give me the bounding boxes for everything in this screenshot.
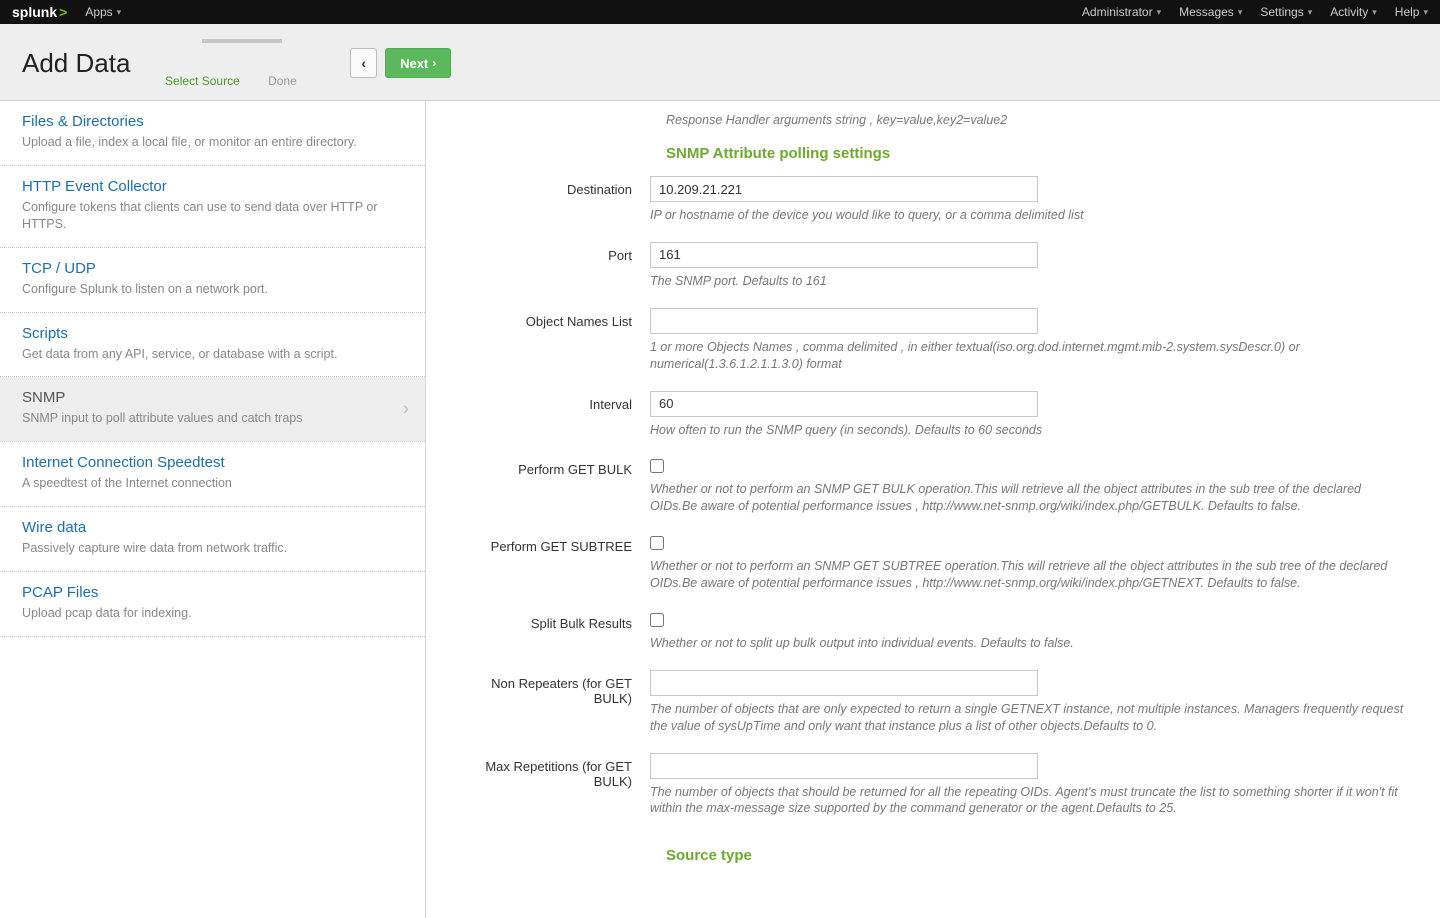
- max-repetitions-label: Max Repetitions (for GET BULK): [450, 753, 650, 789]
- get-bulk-label: Perform GET BULK: [450, 456, 650, 477]
- row-port: Port The SNMP port. Defaults to 161: [450, 242, 1416, 302]
- sidebar-item-tcpudp[interactable]: TCP / UDP Configure Splunk to listen on …: [0, 248, 425, 313]
- non-repeaters-label: Non Repeaters (for GET BULK): [450, 670, 650, 706]
- sidebar-item-title: PCAP Files: [22, 584, 403, 601]
- sidebar-item-desc: Configure Splunk to listen on a network …: [22, 281, 403, 298]
- apps-label: Apps: [85, 5, 112, 19]
- max-repetitions-input[interactable]: [650, 753, 1038, 779]
- destination-label: Destination: [450, 176, 650, 197]
- section-title-sourcetype: Source type: [666, 847, 1416, 864]
- settings-menu[interactable]: Settings ▾: [1260, 5, 1312, 19]
- chevron-down-icon: ▾: [117, 7, 122, 18]
- sidebar-item-scripts[interactable]: Scripts Get data from any API, service, …: [0, 313, 425, 378]
- sidebar-item-files[interactable]: Files & Directories Upload a file, index…: [0, 101, 425, 166]
- chevron-left-icon: ‹: [361, 55, 366, 71]
- object-names-hint: 1 or more Objects Names , comma delimite…: [650, 339, 1410, 373]
- non-repeaters-hint: The number of objects that are only expe…: [650, 701, 1410, 735]
- get-subtree-checkbox[interactable]: [650, 536, 664, 550]
- sidebar-item-title: Internet Connection Speedtest: [22, 454, 403, 471]
- brand-logo[interactable]: splunk>: [12, 4, 67, 20]
- split-bulk-hint: Whether or not to split up bulk output i…: [650, 635, 1410, 652]
- sidebar-item-speedtest[interactable]: Internet Connection Speedtest A speedtes…: [0, 442, 425, 507]
- main: Files & Directories Upload a file, index…: [0, 101, 1440, 918]
- get-bulk-checkbox[interactable]: [650, 459, 664, 473]
- sidebar-item-title: HTTP Event Collector: [22, 178, 403, 195]
- row-object-names: Object Names List 1 or more Objects Name…: [450, 308, 1416, 385]
- row-max-repetitions: Max Repetitions (for GET BULK) The numbe…: [450, 753, 1416, 830]
- sidebar-item-desc: Upload a file, index a local file, or mo…: [22, 134, 403, 151]
- sidebar-item-title: Scripts: [22, 325, 403, 342]
- get-subtree-label: Perform GET SUBTREE: [450, 533, 650, 554]
- chevron-right-icon: ›: [432, 56, 436, 70]
- port-hint: The SNMP port. Defaults to 161: [650, 273, 1410, 290]
- chevron-right-icon: ›: [403, 399, 409, 420]
- response-handler-hint: Response Handler arguments string , key=…: [666, 113, 1416, 127]
- chevron-down-icon: ▾: [1238, 7, 1243, 18]
- max-repetitions-hint: The number of objects that should be ret…: [650, 784, 1410, 818]
- sidebar-item-desc: Passively capture wire data from network…: [22, 540, 403, 557]
- row-interval: Interval How often to run the SNMP query…: [450, 391, 1416, 451]
- sidebar-item-http[interactable]: HTTP Event Collector Configure tokens th…: [0, 166, 425, 248]
- sidebar-item-title: TCP / UDP: [22, 260, 403, 277]
- get-bulk-hint: Whether or not to perform an SNMP GET BU…: [650, 481, 1410, 515]
- non-repeaters-input[interactable]: [650, 670, 1038, 696]
- messages-label: Messages: [1179, 5, 1234, 19]
- sidebar-item-desc: Upload pcap data for indexing.: [22, 605, 403, 622]
- sidebar-item-title: Files & Directories: [22, 113, 403, 130]
- split-bulk-checkbox[interactable]: [650, 613, 664, 627]
- sidebar-item-desc: A speedtest of the Internet connection: [22, 475, 403, 492]
- next-button[interactable]: Next ›: [385, 48, 451, 78]
- topbar: splunk> Apps ▾ Administrator ▾ Messages …: [0, 0, 1440, 24]
- destination-hint: IP or hostname of the device you would l…: [650, 207, 1410, 224]
- settings-label: Settings: [1260, 5, 1303, 19]
- chevron-down-icon: ▾: [1157, 7, 1162, 18]
- form-area: Response Handler arguments string , key=…: [426, 101, 1440, 918]
- port-label: Port: [450, 242, 650, 263]
- sidebar-item-title: Wire data: [22, 519, 403, 536]
- row-get-subtree: Perform GET SUBTREE Whether or not to pe…: [450, 533, 1416, 604]
- chevron-down-icon: ▾: [1308, 7, 1313, 18]
- wizard-segment: [202, 39, 282, 43]
- interval-label: Interval: [450, 391, 650, 412]
- brand-caret: >: [59, 4, 67, 20]
- activity-menu[interactable]: Activity ▾: [1330, 5, 1377, 19]
- object-names-input[interactable]: [650, 308, 1038, 334]
- chevron-down-icon: ▾: [1372, 7, 1377, 18]
- split-bulk-label: Split Bulk Results: [450, 610, 650, 631]
- sidebar-item-desc: Get data from any API, service, or datab…: [22, 346, 403, 363]
- help-label: Help: [1395, 5, 1420, 19]
- wizard-step-label-2: Done: [242, 74, 322, 88]
- row-get-bulk: Perform GET BULK Whether or not to perfo…: [450, 456, 1416, 527]
- destination-input[interactable]: [650, 176, 1038, 202]
- chevron-down-icon: ▾: [1423, 7, 1428, 18]
- next-label: Next: [400, 56, 428, 71]
- administrator-label: Administrator: [1082, 5, 1153, 19]
- interval-hint: How often to run the SNMP query (in seco…: [650, 422, 1410, 439]
- apps-menu[interactable]: Apps ▾: [85, 5, 121, 19]
- activity-label: Activity: [1330, 5, 1368, 19]
- sidebar-item-desc: Configure tokens that clients can use to…: [22, 199, 403, 233]
- back-button[interactable]: ‹: [350, 48, 377, 78]
- sidebar-item-snmp[interactable]: SNMP SNMP input to poll attribute values…: [0, 377, 425, 442]
- administrator-menu[interactable]: Administrator ▾: [1082, 5, 1161, 19]
- get-subtree-hint: Whether or not to perform an SNMP GET SU…: [650, 558, 1410, 592]
- port-input[interactable]: [650, 242, 1038, 268]
- messages-menu[interactable]: Messages ▾: [1179, 5, 1242, 19]
- interval-input[interactable]: [650, 391, 1038, 417]
- page-header: Add Data Select Source Done ‹ Next ›: [0, 24, 1440, 101]
- row-split-bulk: Split Bulk Results Whether or not to spl…: [450, 610, 1416, 664]
- row-destination: Destination IP or hostname of the device…: [450, 176, 1416, 236]
- wizard-step-label-1: Select Source: [162, 74, 242, 88]
- sidebar: Files & Directories Upload a file, index…: [0, 101, 426, 918]
- sidebar-item-desc: SNMP input to poll attribute values and …: [22, 410, 403, 427]
- brand-text: splunk: [12, 4, 57, 20]
- page-title: Add Data: [22, 48, 130, 79]
- sidebar-item-pcap[interactable]: PCAP Files Upload pcap data for indexing…: [0, 572, 425, 637]
- row-non-repeaters: Non Repeaters (for GET BULK) The number …: [450, 670, 1416, 747]
- section-title-polling: SNMP Attribute polling settings: [666, 145, 1416, 162]
- object-names-label: Object Names List: [450, 308, 650, 329]
- sidebar-item-wiredata[interactable]: Wire data Passively capture wire data fr…: [0, 507, 425, 572]
- sidebar-item-title: SNMP: [22, 389, 403, 406]
- help-menu[interactable]: Help ▾: [1395, 5, 1428, 19]
